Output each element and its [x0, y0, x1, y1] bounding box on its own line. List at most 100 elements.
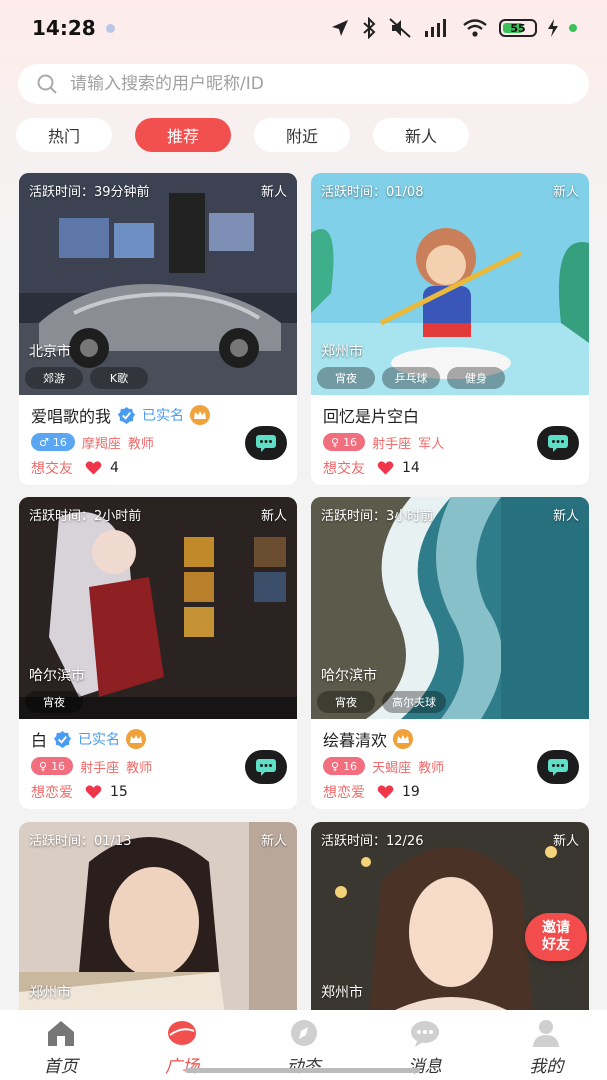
signal-icon	[425, 19, 446, 37]
verified-label: 已实名	[78, 732, 121, 748]
user-info: 回忆是片空白 ♀ 16 射手座 军人 想交友 14	[311, 395, 589, 485]
heart-icon[interactable]	[377, 460, 394, 476]
user-photo: 活跃时间：39分钟前 新人 北京市 郊游 K歌	[19, 173, 297, 395]
intent-label: 想交友	[31, 461, 73, 477]
zodiac-label: 射手座	[372, 436, 412, 452]
compass-icon	[290, 1020, 317, 1046]
cartoon-monkey-image	[311, 173, 589, 395]
interest-tags: 宵夜 乒乓球 健身	[317, 367, 505, 389]
new-user-tag: 新人	[552, 509, 579, 524]
invite-friends-button[interactable]: 邀请 好友	[525, 913, 587, 961]
job-label: 教师	[126, 760, 153, 776]
car-showroom-image	[19, 173, 297, 395]
tab-hot[interactable]: 热门	[16, 118, 112, 152]
new-user-tag: 新人	[552, 185, 579, 200]
city-label: 哈尔滨市	[321, 668, 377, 684]
zodiac-label: 射手座	[80, 760, 120, 776]
battery-icon: 55	[499, 19, 537, 37]
active-time: 活跃时间：2小时前	[29, 509, 142, 524]
mute-icon	[389, 18, 411, 38]
status-icons: 55	[330, 15, 577, 41]
bluetooth-icon	[363, 17, 376, 39]
verified-icon	[53, 730, 72, 748]
crown-icon	[126, 729, 147, 749]
age-badge: ♂ 16	[31, 433, 75, 451]
intent-label: 想恋爱	[323, 785, 365, 801]
zodiac-label: 天蝎座	[372, 760, 412, 776]
interest-tags: 宵夜 高尔夫球	[317, 691, 446, 713]
interest-tag: 郊游	[25, 367, 83, 389]
search-input[interactable]	[70, 74, 589, 94]
interest-tag: 健身	[447, 367, 505, 389]
interest-tags: 郊游 K歌	[25, 367, 148, 389]
charging-dot-icon	[569, 24, 577, 32]
message-icon	[410, 1021, 439, 1047]
chat-icon	[548, 435, 568, 452]
crown-icon	[190, 405, 211, 425]
chat-icon	[256, 759, 276, 776]
user-card[interactable]: 活跃时间：39分钟前 新人 北京市 郊游 K歌 爱唱歌的我 已实名 ♂ 16 摩羯…	[19, 173, 297, 485]
interest-tags: 宵夜	[25, 691, 83, 713]
chat-icon	[256, 435, 276, 452]
invite-line-2: 好友	[542, 937, 570, 953]
chat-icon	[548, 759, 568, 776]
job-label: 教师	[127, 436, 154, 452]
city-label: 郑州市	[321, 344, 363, 360]
tab-nearby[interactable]: 附近	[254, 118, 350, 152]
like-count: 15	[110, 784, 128, 800]
active-time: 活跃时间：01/13	[29, 834, 132, 849]
ocean-waves-image	[311, 497, 589, 719]
home-indicator	[185, 1068, 420, 1073]
nickname: 绘暮清欢	[323, 731, 388, 750]
interest-tag: 高尔夫球	[382, 691, 446, 713]
new-user-tag: 新人	[552, 834, 579, 849]
heart-icon[interactable]	[85, 784, 102, 800]
user-card[interactable]: 活跃时间：3小时前 新人 哈尔滨市 宵夜 高尔夫球 绘暮清欢 ♀ 16 天蝎座 教…	[311, 497, 589, 809]
job-label: 教师	[418, 760, 445, 776]
user-photo: 活跃时间：2小时前 新人 哈尔滨市 宵夜	[19, 497, 297, 719]
user-card[interactable]: 活跃时间：01/08 新人 郑州市 宵夜 乒乓球 健身 回忆是片空白 ♀ 16 射…	[311, 173, 589, 485]
interest-tag: K歌	[90, 367, 148, 389]
filter-tabs: 热门 推荐 附近 新人	[16, 118, 469, 154]
like-count: 4	[110, 460, 119, 476]
charging-icon	[548, 19, 558, 37]
invite-line-1: 邀请	[542, 920, 570, 936]
intent-label: 想交友	[323, 461, 365, 477]
interest-tag: 宵夜	[25, 691, 83, 713]
verified-icon	[117, 406, 136, 424]
user-photo: 活跃时间：01/13 新人 郑州市	[19, 822, 297, 1010]
search-bar[interactable]	[18, 64, 589, 104]
city-label: 郑州市	[29, 985, 71, 1001]
status-time: 14:28	[32, 16, 96, 40]
age-badge: ♀ 16	[31, 757, 74, 775]
like-count: 14	[402, 460, 420, 476]
nav-profile[interactable]: 我的	[486, 1010, 607, 1080]
search-icon	[37, 74, 57, 94]
user-card[interactable]: 活跃时间：2小时前 新人 哈尔滨市 宵夜 白 已实名 ♀ 16 射手座 教师 想恋…	[19, 497, 297, 809]
job-label: 军人	[418, 436, 445, 452]
active-time: 活跃时间：39分钟前	[29, 185, 150, 200]
chat-button[interactable]	[245, 426, 287, 460]
tab-newcomer[interactable]: 新人	[373, 118, 469, 152]
verified-label: 已实名	[142, 408, 185, 424]
location-icon	[332, 20, 348, 36]
user-card[interactable]: 活跃时间：01/13 新人 郑州市	[19, 822, 297, 1010]
new-user-tag: 新人	[260, 834, 287, 849]
chat-button[interactable]	[537, 426, 579, 460]
interest-tag: 宵夜	[317, 367, 375, 389]
age-badge: ♀ 16	[323, 757, 366, 775]
chat-button[interactable]	[537, 750, 579, 784]
heart-icon[interactable]	[85, 460, 102, 476]
user-photo: 活跃时间：01/08 新人 郑州市 宵夜 乒乓球 健身	[311, 173, 589, 395]
chat-button[interactable]	[245, 750, 287, 784]
home-icon	[47, 1021, 74, 1046]
city-label: 哈尔滨市	[29, 668, 85, 684]
city-label: 郑州市	[321, 985, 363, 1001]
nav-home[interactable]: 首页	[0, 1010, 121, 1080]
heart-icon[interactable]	[377, 784, 394, 800]
profile-icon	[533, 1020, 560, 1047]
tab-recommend[interactable]: 推荐	[135, 118, 231, 152]
nickname: 回忆是片空白	[323, 407, 420, 426]
age-badge: ♀ 16	[323, 433, 366, 451]
user-info: 绘暮清欢 ♀ 16 天蝎座 教师 想恋爱 19	[311, 719, 589, 809]
